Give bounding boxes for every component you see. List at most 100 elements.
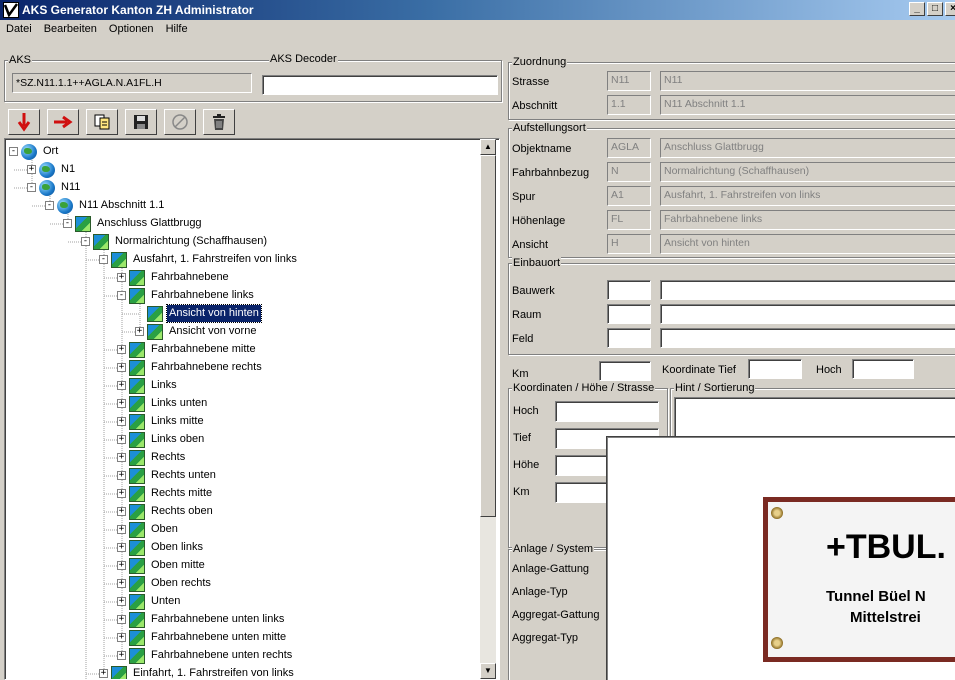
expand-icon[interactable]: + xyxy=(99,669,108,678)
tree-node[interactable]: - Anschluss Glattbrugg xyxy=(63,215,204,232)
tree-node[interactable]: - N11 xyxy=(27,179,82,196)
tree-node[interactable]: + N1 xyxy=(27,161,77,178)
aufstellungsort-desc-field[interactable]: Ansicht von hinten xyxy=(660,234,955,254)
aufstellungsort-code-field[interactable]: N xyxy=(607,162,651,182)
tree-scrollbar[interactable]: ▲ ▼ xyxy=(480,139,496,679)
einbauort-code-field[interactable] xyxy=(607,280,651,300)
expand-icon[interactable]: + xyxy=(117,633,126,642)
aufstellungsort-desc-field[interactable]: Fahrbahnebene links xyxy=(660,210,955,230)
tree-node[interactable]: + Oben mitte xyxy=(117,557,207,574)
aks-code-field[interactable]: *SZ.N11.1.1++AGLA.N.A1FL.H xyxy=(12,73,252,93)
tree-node[interactable]: + Oben rechts xyxy=(117,575,213,592)
expand-icon[interactable]: + xyxy=(117,453,126,462)
delete-button[interactable] xyxy=(203,109,235,135)
aufstellungsort-desc-field[interactable]: Normalrichtung (Schaffhausen) xyxy=(660,162,955,182)
einbauort-code-field[interactable] xyxy=(607,304,651,324)
expand-icon[interactable]: + xyxy=(117,399,126,408)
expand-icon[interactable]: + xyxy=(117,363,126,372)
zuordnung-code-field[interactable]: 1.1 xyxy=(607,95,651,115)
koordinate-tief-input[interactable] xyxy=(748,359,802,379)
tree-node[interactable]: + Links unten xyxy=(117,395,209,412)
aufstellungsort-desc-field[interactable]: Ausfahrt, 1. Fahrstreifen von links xyxy=(660,186,955,206)
aufstellungsort-desc-field[interactable]: Anschluss Glattbrugg xyxy=(660,138,955,158)
tree-node[interactable]: + Links xyxy=(117,377,179,394)
zuordnung-code-field[interactable]: N11 xyxy=(607,71,651,91)
collapse-icon[interactable]: - xyxy=(45,201,54,210)
tree-node[interactable]: Ansicht von hinten xyxy=(135,304,262,323)
menu-hilfe[interactable]: Hilfe xyxy=(164,20,190,38)
arrow-down-button[interactable] xyxy=(8,109,40,135)
tree-node[interactable]: + Fahrbahnebene unten mitte xyxy=(117,629,288,646)
minimize-button[interactable]: _ xyxy=(909,2,925,16)
tree-node[interactable]: + Fahrbahnebene rechts xyxy=(117,359,264,376)
expand-icon[interactable]: + xyxy=(117,597,126,606)
tree-node[interactable]: + Oben xyxy=(117,521,180,538)
expand-icon[interactable]: + xyxy=(117,561,126,570)
tree-node[interactable]: + Einfahrt, 1. Fahrstreifen von links xyxy=(99,665,296,679)
expand-icon[interactable]: + xyxy=(117,381,126,390)
cancel-button[interactable] xyxy=(164,109,196,135)
zuordnung-desc-field[interactable]: N11 Abschnitt 1.1 xyxy=(660,95,955,115)
expand-icon[interactable]: + xyxy=(117,435,126,444)
tree-node[interactable]: + Rechts unten xyxy=(117,467,218,484)
scroll-down-button[interactable]: ▼ xyxy=(480,663,496,679)
menu-datei[interactable]: Datei xyxy=(4,20,34,38)
tree-node[interactable]: + Links mitte xyxy=(117,413,206,430)
tree-node[interactable]: + Fahrbahnebene xyxy=(117,269,231,286)
expand-icon[interactable]: + xyxy=(117,273,126,282)
tree-view[interactable]: - Ort + N1- N11- N11 Abschnitt 1.1- Anschluss … xyxy=(4,138,500,680)
expand-icon[interactable]: + xyxy=(117,651,126,660)
tree-node[interactable]: + Fahrbahnebene unten links xyxy=(117,611,286,628)
tree-node[interactable]: + Ansicht von vorne xyxy=(135,323,258,340)
title-bar[interactable]: AKS Generator Kanton ZH Administrator _ … xyxy=(0,0,955,20)
close-button[interactable]: × xyxy=(945,2,955,16)
expand-icon[interactable]: + xyxy=(117,615,126,624)
tree-node[interactable]: - Ausfahrt, 1. Fahrstreifen von links xyxy=(99,251,299,268)
aks-decoder-input[interactable] xyxy=(262,75,498,95)
tree-node[interactable]: - Fahrbahnebene links xyxy=(117,287,256,304)
tree-node[interactable]: - Normalrichtung (Schaffhausen) xyxy=(81,233,269,250)
expand-icon[interactable]: + xyxy=(117,579,126,588)
tree-node[interactable]: + Fahrbahnebene unten rechts xyxy=(117,647,294,664)
einbauort-desc-field[interactable] xyxy=(660,328,955,348)
copy-button[interactable] xyxy=(86,109,118,135)
arrow-right-button[interactable] xyxy=(47,109,79,135)
expand-icon[interactable]: + xyxy=(117,489,126,498)
collapse-icon[interactable]: - xyxy=(117,291,126,300)
collapse-icon[interactable]: - xyxy=(63,219,72,228)
expand-icon[interactable]: + xyxy=(117,543,126,552)
menu-optionen[interactable]: Optionen xyxy=(107,20,156,38)
tree-node[interactable]: + Oben links xyxy=(117,539,205,556)
tree-node[interactable]: + Rechts xyxy=(117,449,187,466)
tree-node[interactable]: + Rechts oben xyxy=(117,503,215,520)
tree-node[interactable]: + Links oben xyxy=(117,431,206,448)
zuordnung-desc-field[interactable]: N11 xyxy=(660,71,955,91)
menu-bearbeiten[interactable]: Bearbeiten xyxy=(42,20,99,38)
scroll-thumb[interactable] xyxy=(480,155,496,517)
aufstellungsort-code-field[interactable]: H xyxy=(607,234,651,254)
collapse-icon[interactable]: - xyxy=(99,255,108,264)
aufstellungsort-code-field[interactable]: A1 xyxy=(607,186,651,206)
expand-icon[interactable]: + xyxy=(117,471,126,480)
expand-icon[interactable]: + xyxy=(117,345,126,354)
maximize-button[interactable]: □ xyxy=(927,2,943,16)
expand-icon[interactable]: + xyxy=(117,507,126,516)
collapse-icon[interactable]: - xyxy=(81,237,90,246)
aufstellungsort-code-field[interactable]: AGLA xyxy=(607,138,651,158)
aufstellungsort-code-field[interactable]: FL xyxy=(607,210,651,230)
einbauort-desc-field[interactable] xyxy=(660,304,955,324)
einbauort-code-field[interactable] xyxy=(607,328,651,348)
scroll-up-button[interactable]: ▲ xyxy=(480,139,496,155)
expand-icon[interactable]: + xyxy=(117,417,126,426)
einbauort-desc-field[interactable] xyxy=(660,280,955,300)
tree-node[interactable]: + Rechts mitte xyxy=(117,485,214,502)
expand-icon[interactable]: + xyxy=(135,327,144,336)
tree-node[interactable]: + Unten xyxy=(117,593,182,610)
save-button[interactable] xyxy=(125,109,157,135)
collapse-icon[interactable]: - xyxy=(9,147,18,156)
collapse-icon[interactable]: - xyxy=(27,183,36,192)
expand-icon[interactable]: + xyxy=(27,165,36,174)
tree-node[interactable]: - Ort xyxy=(9,143,60,160)
hoch-input[interactable] xyxy=(852,359,914,379)
tree-node[interactable]: + Fahrbahnebene mitte xyxy=(117,341,258,358)
